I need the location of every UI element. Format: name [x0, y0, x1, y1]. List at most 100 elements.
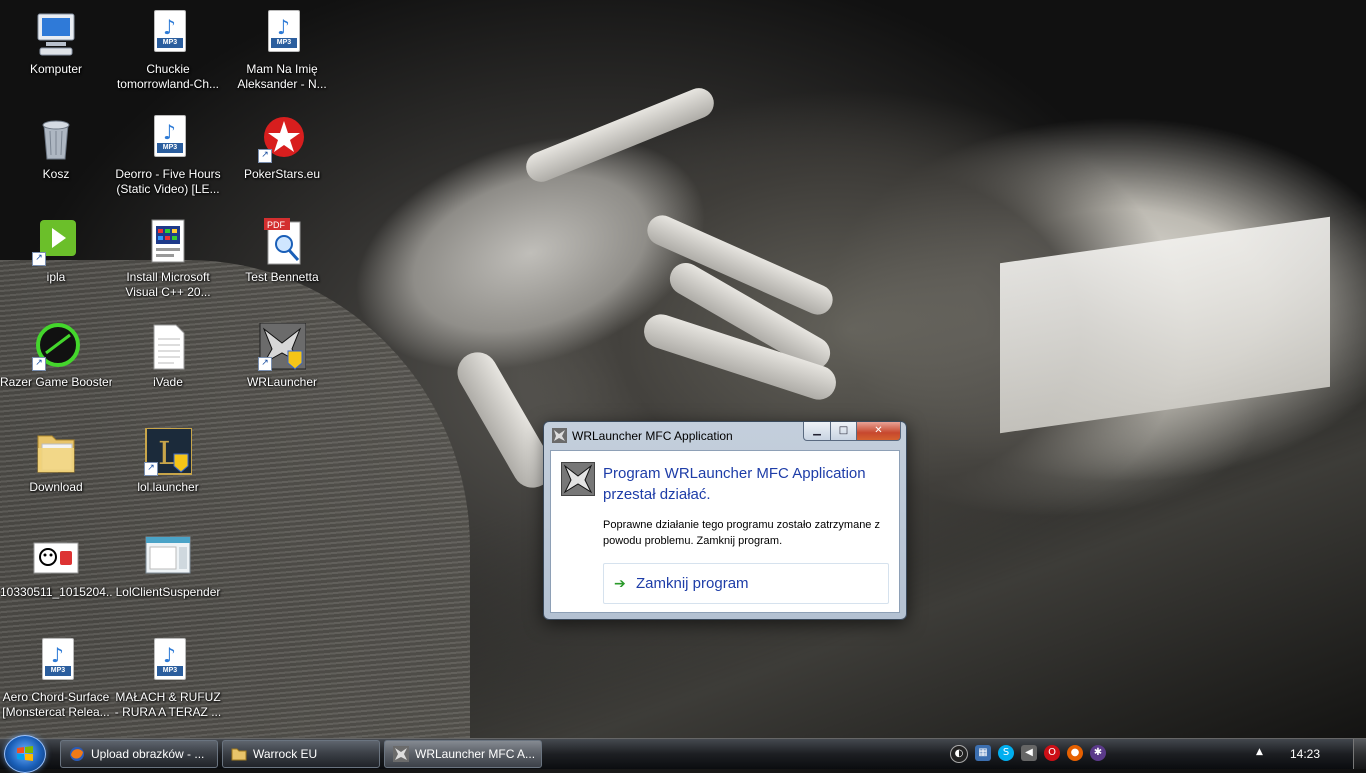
wrlauncher-icon	[393, 746, 409, 762]
desktop-icon-komputer[interactable]: Komputer	[0, 10, 112, 77]
image-file-icon	[32, 533, 80, 581]
mp3-file-icon: ♪ MP3	[144, 115, 192, 163]
icon-label: 10330511_1015204...	[0, 585, 112, 599]
icon-label: Aero Chord-Surface [Monstercat Relea...	[2, 690, 110, 719]
shortcut-arrow-icon: ↗	[144, 462, 158, 476]
dialog-body: Program WRLauncher MFC Application przes…	[550, 450, 900, 613]
taskbar-button-wrlauncher[interactable]: WRLauncher MFC A...	[384, 740, 542, 768]
taskbar-button-warrock[interactable]: Warrock EU	[222, 740, 380, 768]
desktop-icon-razer[interactable]: ↗ Razer Game Booster	[0, 323, 112, 390]
computer-icon	[32, 10, 80, 58]
desktop-icon-aero-chord[interactable]: ♪ MP3 Aero Chord-Surface [Monstercat Rele…	[0, 638, 112, 720]
windows-logo-icon	[17, 746, 33, 761]
icon-label: Razer Game Booster	[0, 375, 112, 389]
desktop-icon-wrlauncher[interactable]: ↗ WRLauncher	[226, 322, 338, 390]
desktop-icon-chuckie[interactable]: ♪ MP3 Chuckie tomorrowland-Ch...	[112, 10, 224, 92]
ipla-icon: ↗	[32, 218, 80, 266]
text-file-icon	[144, 323, 192, 371]
close-program-button[interactable]: ➔ Zamknij program	[603, 563, 889, 604]
icon-label: PokerStars.eu	[243, 167, 321, 181]
taskbar-button-label: WRLauncher MFC A...	[415, 747, 536, 761]
shortcut-arrow-icon: ↗	[258, 357, 272, 371]
icon-label: iVade	[153, 375, 183, 389]
icon-label: Install Microsoft Visual C++ 20...	[125, 270, 211, 299]
taskbar-button-label: Warrock EU	[253, 747, 318, 761]
lol-launcher-icon: L ↗	[144, 427, 193, 476]
window-controls: ▁ □ ✕	[803, 422, 901, 441]
icon-label: ipla	[46, 270, 66, 284]
app-window-icon	[144, 533, 192, 581]
clock[interactable]: 14:23	[1290, 747, 1320, 761]
desktop-icon-download[interactable]: Download	[0, 428, 112, 495]
firefox-icon[interactable]: ●	[1067, 745, 1083, 761]
icon-label: MAŁACH & RUFUZ - RURA A TERAZ ...	[114, 690, 222, 719]
mp3-file-icon: ♪ MP3	[32, 638, 80, 686]
taskbar: Upload obrazków - ... Warrock EU WRLaunc…	[0, 735, 1366, 773]
icon-label: Chuckie tomorrowland-Ch...	[116, 62, 220, 91]
maximize-button[interactable]: □	[831, 422, 857, 441]
opera-icon[interactable]: O	[1044, 745, 1060, 761]
error-dialog: WRLauncher MFC Application ▁ □ ✕ Program…	[543, 421, 907, 620]
desktop-icon-test-bennetta[interactable]: PDF Test Bennetta	[226, 218, 338, 285]
wallpaper-light-patch	[1000, 216, 1330, 434]
icon-label: WRLauncher	[246, 375, 318, 389]
wrlauncher-icon	[561, 462, 595, 496]
green-arrow-icon: ➔	[614, 575, 626, 592]
icon-label: lol.launcher	[137, 480, 199, 494]
mp3-file-icon: ♪ MP3	[258, 10, 306, 58]
dialog-message: Poprawne działanie tego programu zostało…	[603, 519, 880, 547]
mp3-file-icon: ♪ MP3	[144, 10, 192, 58]
desktop-icon-lolclientsuspender[interactable]: LolClientSuspender	[112, 533, 224, 600]
installer-icon	[144, 218, 192, 266]
dialog-title: WRLauncher MFC Application	[572, 429, 733, 443]
razer-tray-icon[interactable]: ✱	[1090, 745, 1106, 761]
desktop-icon-image-file[interactable]: 10330511_1015204...	[0, 533, 112, 600]
firefox-icon	[70, 747, 84, 761]
icon-label: LolClientSuspender	[115, 585, 221, 599]
icon-label: Komputer	[29, 62, 83, 76]
desktop-icon-lol-launcher[interactable]: L ↗ lol.launcher	[112, 427, 224, 495]
dialog-heading: Program WRLauncher MFC Application przes…	[603, 465, 866, 503]
wallpaper-jeans	[430, 80, 1366, 740]
shortcut-arrow-icon: ↗	[32, 252, 46, 266]
recycle-bin-icon	[32, 115, 80, 163]
taskbar-button-firefox[interactable]: Upload obrazków - ...	[60, 740, 218, 768]
wrlauncher-icon	[552, 428, 567, 443]
svg-text:PDF: PDF	[267, 220, 286, 230]
pdf-file-icon: PDF	[258, 218, 306, 266]
network-icon[interactable]: ▦	[975, 745, 991, 761]
desktop-icon-malach[interactable]: ♪ MP3 MAŁACH & RUFUZ - RURA A TERAZ ...	[112, 638, 224, 720]
system-tray: ◐ ▦ S ◀ O ● ✱	[950, 745, 1113, 763]
close-button[interactable]: ✕	[857, 422, 901, 441]
desktop-icon-kosz[interactable]: Kosz	[0, 115, 112, 182]
mp3-file-icon: ♪ MP3	[144, 638, 192, 686]
start-button[interactable]	[4, 735, 46, 773]
close-program-label: Zamknij program	[636, 575, 749, 592]
pokerstars-icon: ↗	[258, 115, 306, 163]
folder-icon	[32, 428, 80, 476]
desktop-icon-mam-na-imie[interactable]: ♪ MP3 Mam Na Imię Aleksander - N...	[226, 10, 338, 92]
icon-label: Mam Na Imię Aleksander - N...	[237, 62, 327, 91]
desktop-icon-ipla[interactable]: ↗ ipla	[0, 218, 112, 285]
icon-label: Test Bennetta	[245, 270, 319, 284]
razer-icon: ↗	[32, 323, 80, 371]
folder-icon	[231, 748, 247, 761]
icon-label: Deorro - Five Hours (Static Video) [LE..…	[115, 167, 221, 196]
show-desktop-button[interactable]	[1353, 739, 1366, 769]
desktop-icon-deorro[interactable]: ♪ MP3 Deorro - Five Hours (Static Video) …	[112, 115, 224, 197]
skype-icon[interactable]: S	[998, 745, 1014, 761]
wrlauncher-icon: ↗	[258, 322, 307, 371]
desktop-icon-ivade[interactable]: iVade	[112, 323, 224, 390]
steam-icon[interactable]: ◐	[950, 745, 968, 763]
show-hidden-icons-button[interactable]: ▲	[1256, 747, 1263, 757]
speaker-icon[interactable]: ◀	[1021, 745, 1037, 761]
icon-label: Download	[29, 480, 83, 494]
icon-label: Kosz	[42, 167, 70, 181]
shortcut-arrow-icon: ↗	[32, 357, 46, 371]
taskbar-button-label: Upload obrazków - ...	[91, 747, 205, 761]
minimize-button[interactable]: ▁	[803, 422, 831, 441]
wallpaper-hand	[293, 42, 787, 458]
desktop-icon-install-vcpp[interactable]: Install Microsoft Visual C++ 20...	[112, 218, 224, 300]
desktop-icon-pokerstars[interactable]: ↗ PokerStars.eu	[226, 115, 338, 182]
shortcut-arrow-icon: ↗	[258, 149, 272, 163]
